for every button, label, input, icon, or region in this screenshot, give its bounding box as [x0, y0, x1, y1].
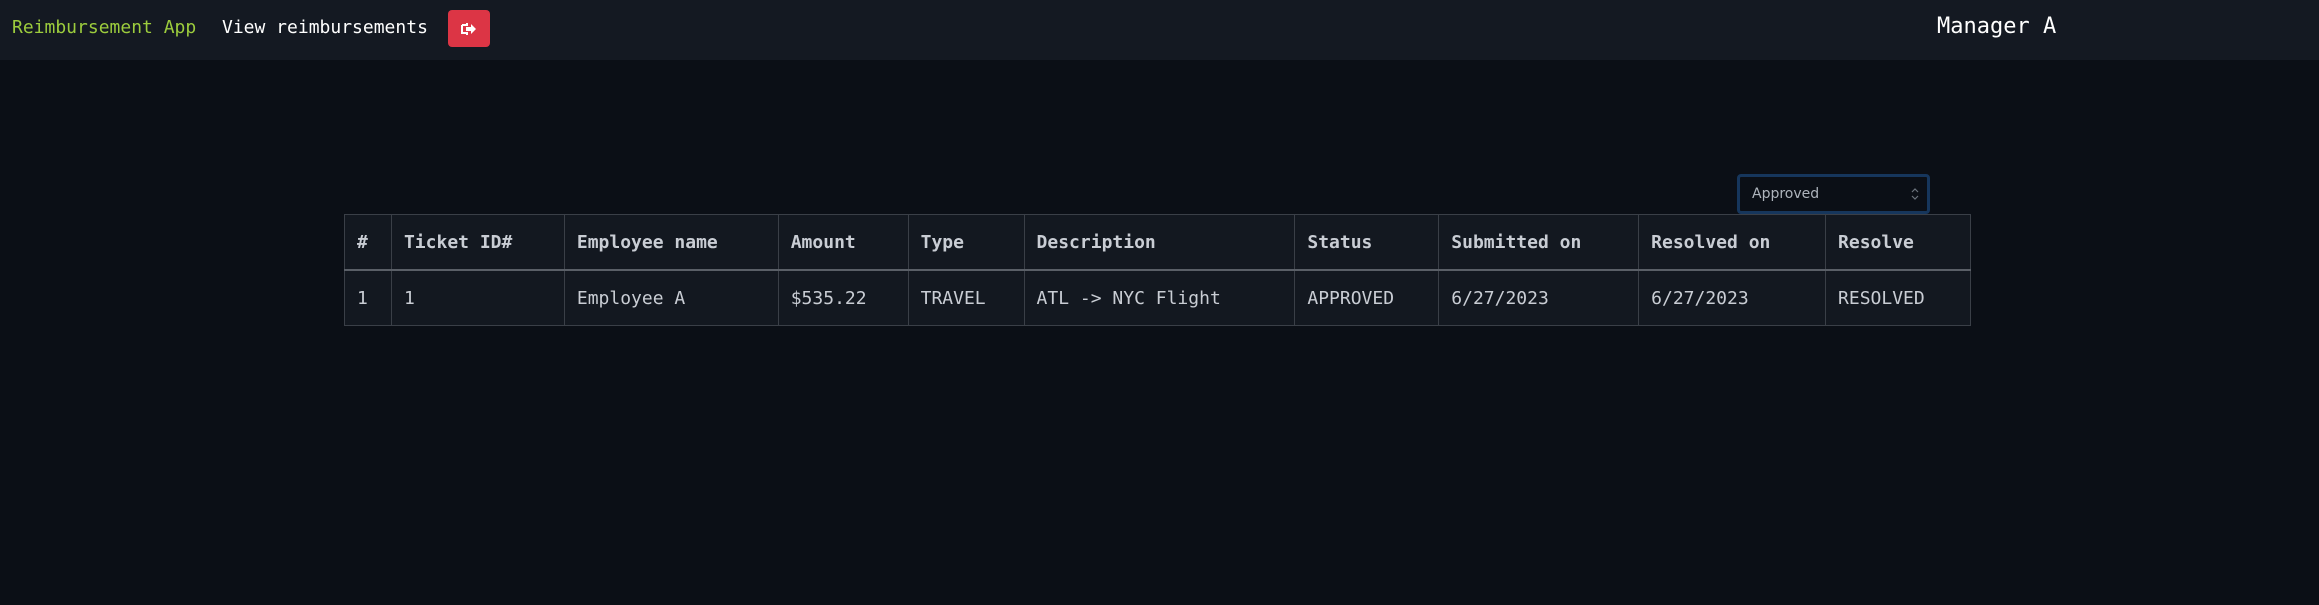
- cell-ticket-id: 1: [390, 269, 565, 326]
- cell-resolve: RESOLVED: [1825, 269, 1971, 326]
- cell-index: 1: [344, 269, 392, 326]
- sign-out-icon: [461, 22, 476, 35]
- status-filter-value: Approved: [1752, 186, 1820, 202]
- cell-submitted-on: 6/27/2023: [1438, 269, 1640, 326]
- column-header-index: #: [344, 214, 392, 271]
- column-header-submitted-on: Submitted on: [1438, 214, 1640, 271]
- column-header-ticket-id: Ticket ID#: [390, 214, 565, 271]
- current-user-name: Manager A: [1937, 14, 2057, 39]
- status-filter-select[interactable]: Approved: [1737, 174, 1930, 214]
- view-reimbursements-link[interactable]: View reimbursements: [222, 16, 428, 40]
- navbar: Reimbursement App View reimbursements Ma…: [0, 0, 2319, 60]
- cell-employee-name: Employee A: [563, 269, 779, 326]
- cell-amount: $535.22: [777, 269, 909, 326]
- column-header-status: Status: [1294, 214, 1440, 271]
- cell-resolved-on: 6/27/2023: [1638, 269, 1827, 326]
- column-header-resolve: Resolve: [1825, 214, 1971, 271]
- cell-status: APPROVED: [1294, 269, 1440, 326]
- logout-button[interactable]: [448, 10, 490, 47]
- column-header-employee-name: Employee name: [563, 214, 779, 271]
- column-header-type: Type: [907, 214, 1025, 271]
- column-header-description: Description: [1023, 214, 1296, 271]
- cell-description: ATL -> NYC Flight: [1023, 269, 1296, 326]
- table-header-row: # Ticket ID# Employee name Amount Type D…: [344, 214, 1971, 271]
- brand-link[interactable]: Reimbursement App: [12, 16, 196, 40]
- reimbursements-table: # Ticket ID# Employee name Amount Type D…: [344, 214, 1971, 326]
- cell-type: TRAVEL: [907, 269, 1025, 326]
- table-row: 1 1 Employee A $535.22 TRAVEL ATL -> NYC…: [344, 269, 1971, 326]
- select-arrows-icon: [1911, 188, 1919, 200]
- column-header-amount: Amount: [777, 214, 909, 271]
- column-header-resolved-on: Resolved on: [1638, 214, 1827, 271]
